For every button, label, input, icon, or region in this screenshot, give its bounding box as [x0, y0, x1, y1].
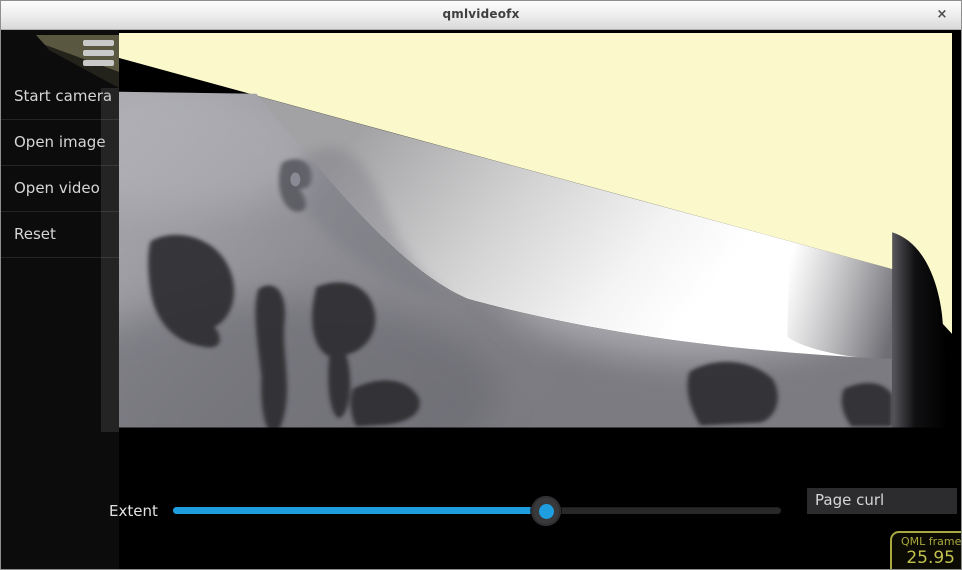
window-titlebar: qmlvideofx × — [1, 1, 961, 30]
fps-badge-label: QML frame r... — [901, 535, 962, 548]
close-icon: × — [937, 7, 948, 22]
hamburger-icon — [83, 40, 115, 66]
extent-slider-handle[interactable] — [531, 496, 561, 526]
sidebar-translucent-strip — [101, 88, 119, 432]
sidebar: Start camera Open image Open video Reset — [1, 30, 119, 569]
app-window: qmlvideofx × — [0, 0, 962, 570]
slider-handle-dot — [539, 504, 554, 519]
effect-selector-button[interactable]: Page curl — [807, 488, 957, 514]
window-title: qmlvideofx — [1, 7, 961, 21]
menu-button[interactable] — [83, 40, 115, 70]
extent-slider-fill — [173, 507, 546, 514]
fps-badge: QML frame r... 25.95 — [890, 531, 962, 570]
fps-badge-value: 25.95 — [901, 548, 962, 568]
close-button[interactable]: × — [931, 4, 953, 26]
extent-label: Extent — [109, 502, 158, 520]
extent-slider-track[interactable] — [173, 507, 781, 514]
